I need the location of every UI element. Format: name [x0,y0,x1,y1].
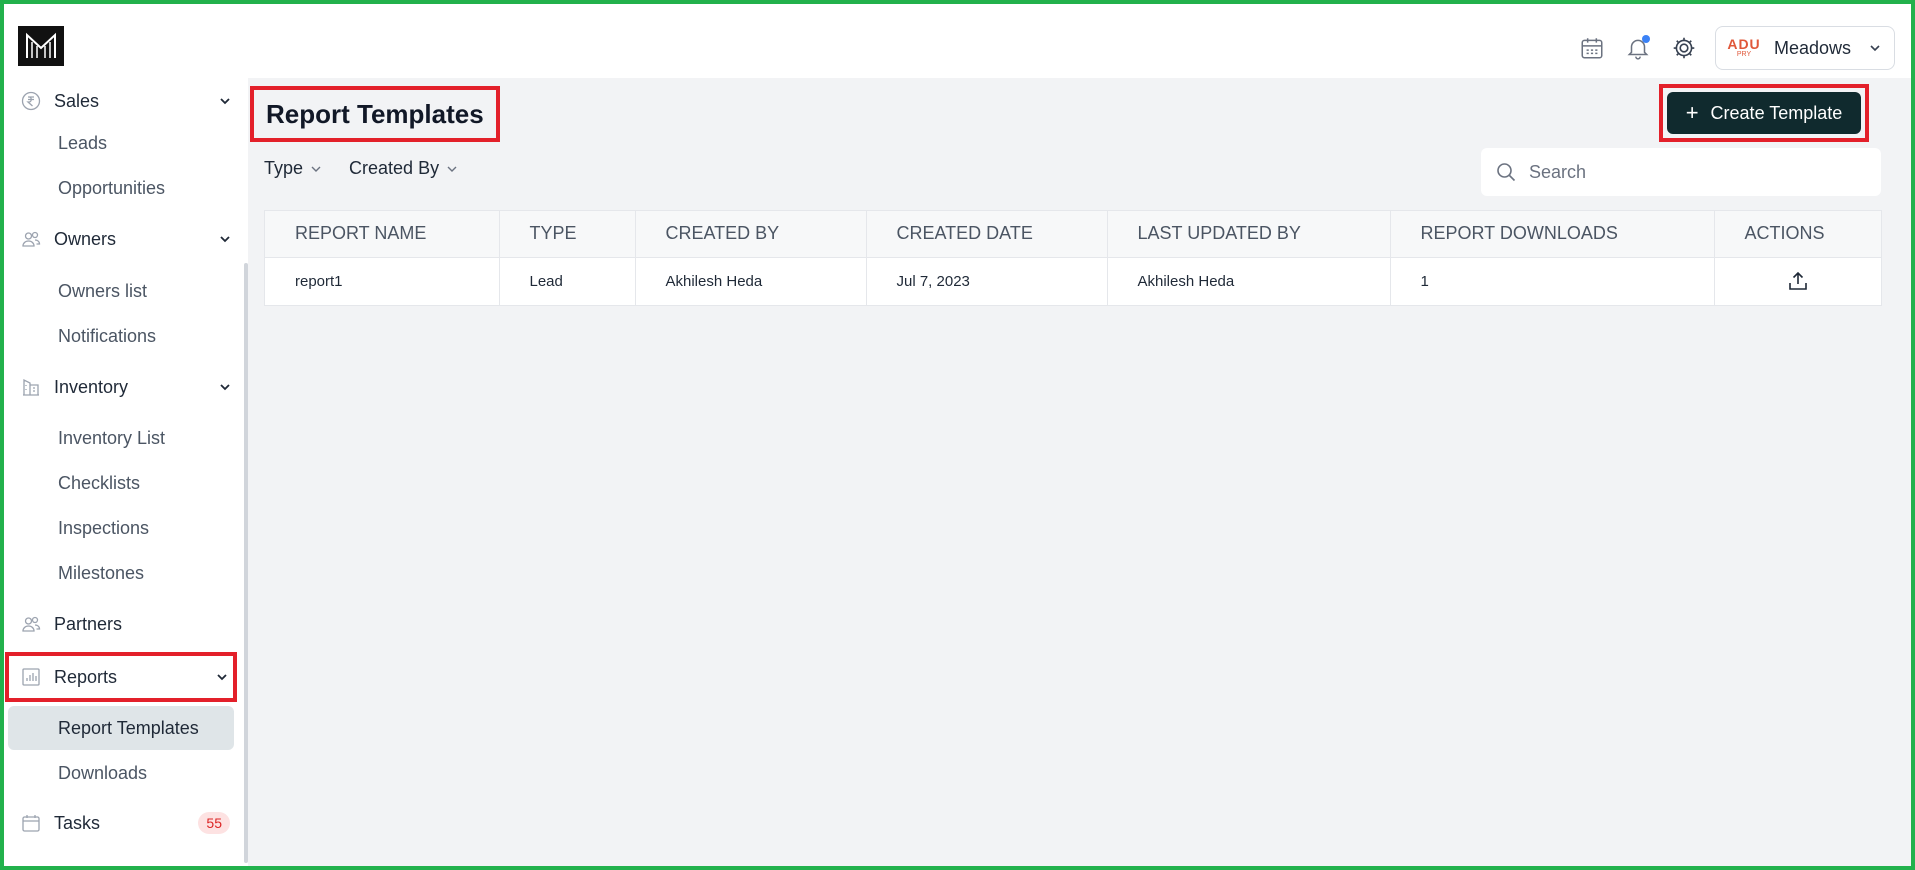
chevron-down-icon [311,166,321,172]
sidebar-group-label: Reports [54,666,118,687]
partners-icon [20,613,42,635]
chevron-down-icon [217,674,227,681]
sidebar-item-downloads[interactable]: Downloads [8,751,234,795]
filter-label: Type [264,158,304,178]
sidebar-group-label: Tasks [54,812,101,833]
filter-type[interactable]: Type [264,158,323,179]
sidebar-item-opportunities[interactable]: Opportunities [8,166,234,210]
sidebar-item-checklists[interactable]: Checklists [8,461,234,505]
sidebar-group-label: Owners [54,228,117,249]
create-template-highlight: + Create Template [1659,84,1869,142]
column-header-last-updated-by[interactable]: LAST UPDATED BY [1107,211,1391,258]
cell-actions [1714,257,1881,305]
sidebar-item-owners-list[interactable]: Owners list [8,269,234,313]
sidebar-group-tasks[interactable]: Tasks 55 [8,800,236,846]
column-header-created-date[interactable]: CREATED DATE [866,211,1108,258]
app-logo[interactable] [18,26,64,66]
calendar-icon[interactable] [1577,33,1607,63]
cell-type: Lead [499,257,636,305]
sidebar-group-reports[interactable]: Reports [5,652,237,702]
sidebar-item-leads[interactable]: Leads [8,121,234,165]
sidebar-item-milestones[interactable]: Milestones [8,551,234,595]
cell-created-by: Akhilesh Heda [635,257,867,305]
cell-report-downloads: 1 [1390,257,1715,305]
plus-icon: + [1685,100,1699,125]
create-template-label: Create Template [1710,102,1843,123]
sidebar: Sales Leads Opportunities Owners Owners … [0,78,248,870]
sidebar-group-label: Inventory [54,376,129,397]
sidebar-group-sales[interactable]: Sales [8,78,236,124]
organization-logo: ADU PRY [1727,36,1761,58]
table-row[interactable]: report1 Lead Akhilesh Heda Jul 7, 2023 A… [265,257,1881,305]
sidebar-group-label: Partners [54,613,123,634]
sidebar-group-label: Sales [54,90,100,111]
calendar-icon [20,812,42,834]
building-icon [20,376,42,398]
column-header-report-name[interactable]: REPORT NAME [265,211,500,258]
report-templates-table: REPORT NAME TYPE CREATED BY CREATED DATE… [264,210,1882,306]
create-template-button[interactable]: + Create Template [1667,92,1861,134]
cell-last-updated-by: Akhilesh Heda [1107,257,1391,305]
cell-created-date: Jul 7, 2023 [866,257,1108,305]
column-header-actions: ACTIONS [1714,211,1881,258]
top-bar: ADU PRY Meadows [0,0,1915,78]
column-header-created-by[interactable]: CREATED BY [635,211,867,258]
table-header-row: REPORT NAME TYPE CREATED BY CREATED DATE… [265,211,1881,258]
column-header-type[interactable]: TYPE [499,211,636,258]
settings-gear-icon[interactable] [1669,33,1699,63]
filter-created-by[interactable]: Created By [349,158,459,179]
column-header-report-downloads[interactable]: REPORT DOWNLOADS [1390,211,1715,258]
sidebar-item-notifications[interactable]: Notifications [8,314,234,358]
organization-name: Meadows [1774,37,1852,58]
sidebar-item-report-templates[interactable]: Report Templates [8,706,234,750]
cell-report-name[interactable]: report1 [265,257,500,305]
page-title-highlight: Report Templates [250,86,500,142]
rupee-icon [20,90,42,112]
main-content: Report Templates + Create Template Type … [248,78,1911,866]
organization-select[interactable]: ADU PRY Meadows [1715,26,1895,70]
filter-label: Created By [349,158,440,178]
page-title: Report Templates [266,98,484,129]
search-box[interactable] [1481,148,1881,196]
chevron-down-icon [1870,45,1880,52]
search-input[interactable] [1529,161,1869,183]
search-icon [1497,163,1516,182]
chevron-down-icon [447,166,457,172]
sidebar-group-partners[interactable]: Partners [8,601,236,647]
notification-dot [1642,35,1650,43]
chevron-down-icon [220,384,230,391]
bar-chart-icon [20,666,42,688]
notification-bell-icon[interactable] [1623,33,1653,63]
sidebar-item-inventory-list[interactable]: Inventory List [8,416,234,460]
sidebar-item-inspections[interactable]: Inspections [8,506,234,550]
sidebar-group-owners[interactable]: Owners [8,216,236,262]
chevron-down-icon [220,236,230,243]
sidebar-group-inventory[interactable]: Inventory [8,364,236,410]
chevron-down-icon [220,98,230,105]
upload-export-icon[interactable] [1786,269,1810,293]
tasks-count-badge: 55 [198,812,230,834]
users-icon [20,228,42,250]
